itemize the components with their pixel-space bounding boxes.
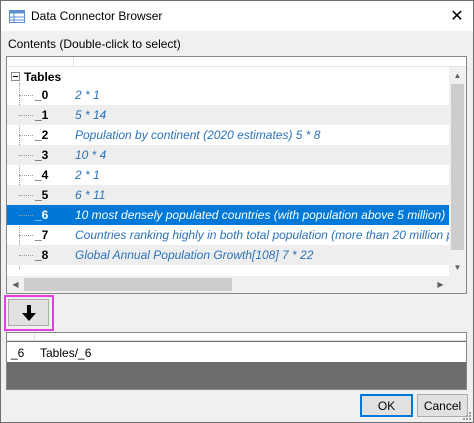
ok-button[interactable]: OK: [360, 394, 413, 417]
tree-item-name: _1: [35, 108, 49, 122]
tree-item-8[interactable]: _8 Global Annual Population Growth[108] …: [7, 245, 449, 265]
resize-grip-icon[interactable]: [461, 410, 471, 420]
move-down-button[interactable]: [8, 299, 49, 326]
scroll-up-icon[interactable]: ▲: [449, 67, 466, 84]
tree-item-5[interactable]: _5 6 * 11: [7, 185, 449, 205]
tree-item-6[interactable]: _6 10 most densely populated countries (…: [7, 205, 455, 225]
tree-item-desc: Population by continent (2020 estimates)…: [75, 128, 321, 142]
tree-item-desc: 6 * 11: [75, 188, 106, 202]
selection-list[interactable]: _6 Tables/_6: [6, 332, 467, 390]
tree-item-desc: 2 * 1: [75, 168, 100, 182]
tree-connector: [19, 155, 33, 156]
tree-item-name: _4: [35, 168, 49, 182]
tree-item-desc: 10 * 4: [75, 148, 107, 162]
scroll-corner: [449, 276, 466, 293]
scroll-left-icon[interactable]: ◀: [7, 276, 24, 293]
close-button[interactable]: ✕: [447, 6, 467, 26]
tree-item-2[interactable]: _2 Population by continent (2020 estimat…: [7, 125, 449, 145]
tree-connector: [19, 215, 33, 216]
tree-item-7[interactable]: _7 Countries ranking highly in both tota…: [7, 225, 453, 245]
tree-root-tables[interactable]: Tables: [7, 68, 449, 85]
title-bar: Data Connector Browser ✕: [1, 1, 473, 31]
tree-item-1[interactable]: _1 5 * 14: [7, 105, 449, 125]
result-name: _6: [11, 346, 25, 360]
tree-item-0[interactable]: _0 2 * 1: [7, 85, 449, 105]
tree-item-3[interactable]: _3 10 * 4: [7, 145, 449, 165]
scroll-right-icon[interactable]: ▶: [432, 276, 449, 293]
vertical-scroll-thumb[interactable]: [451, 84, 464, 250]
tree-item-name: _5: [35, 188, 49, 202]
tree-header: [7, 57, 466, 67]
close-icon: ✕: [450, 8, 464, 25]
tree-item-desc: Global Annual Population Growth[108] 7 *…: [75, 248, 314, 262]
tree-column-separator[interactable]: [73, 57, 74, 67]
tree-item-name: _3: [35, 148, 49, 162]
contents-tree[interactable]: Tables _0 2 * 1 _1 5 * 14 _2 Population …: [6, 56, 467, 294]
result-path: Tables/_6: [40, 346, 92, 360]
tree-item-name: _6: [35, 208, 49, 222]
tree-item-4[interactable]: _4 2 * 1: [7, 165, 449, 185]
tree-connector: [19, 235, 33, 236]
result-row[interactable]: _6 Tables/_6: [7, 342, 466, 362]
tree-item-name: _7: [35, 228, 49, 242]
horizontal-scroll-thumb[interactable]: [24, 278, 232, 291]
tree-item-name: _8: [35, 248, 49, 262]
dialog-window: Data Connector Browser ✕ Contents (Doubl…: [0, 0, 474, 423]
vertical-scrollbar[interactable]: ▲ ▼: [449, 67, 466, 276]
result-column-separator[interactable]: [34, 333, 35, 341]
result-header: [7, 333, 466, 341]
tree-item-desc: Countries ranking highly in both total p…: [75, 228, 454, 242]
tree-item-desc: 10 most densely populated countries (wit…: [75, 208, 456, 222]
tree-root-label: Tables: [24, 70, 62, 84]
scroll-down-icon[interactable]: ▼: [449, 259, 466, 276]
collapse-icon[interactable]: [11, 72, 20, 81]
horizontal-scrollbar[interactable]: ◀ ▶: [7, 276, 449, 293]
tree-connector: [19, 95, 33, 96]
tree-connector: [19, 135, 33, 136]
tree-item-name: _2: [35, 128, 49, 142]
tree-connector: [19, 195, 33, 196]
tree-item-desc: 2 * 1: [75, 88, 100, 102]
window-title: Data Connector Browser: [31, 9, 163, 23]
data-browser-icon: [9, 10, 25, 23]
tree-item-name: _0: [35, 88, 49, 102]
contents-label: Contents (Double-click to select): [8, 37, 181, 51]
down-arrow-icon: [21, 304, 36, 321]
tree-connector: [19, 175, 33, 176]
tree-connector: [19, 115, 33, 116]
tree-connector: [19, 255, 33, 256]
tree-item-desc: 5 * 14: [75, 108, 107, 122]
